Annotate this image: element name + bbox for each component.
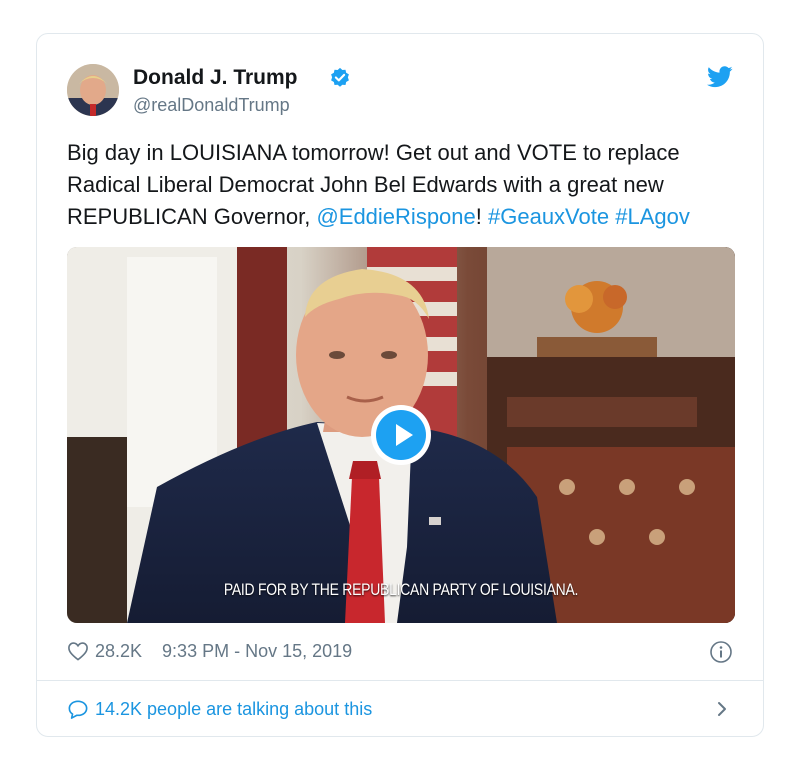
avatar[interactable]	[67, 64, 119, 116]
speech-bubble-icon	[68, 700, 88, 719]
video-caption: PAID FOR BY THE REPUBLICAN PARTY OF LOUI…	[223, 580, 579, 599]
info-icon[interactable]	[709, 640, 733, 664]
tweet-meta: 28.2K 9:33 PM - Nov 15, 2019	[67, 638, 352, 664]
verified-badge-icon	[331, 67, 349, 87]
like-count[interactable]: 28.2K	[95, 641, 142, 662]
author-handle[interactable]: @realDonaldTrump	[133, 95, 290, 116]
twitter-bird-icon[interactable]	[707, 66, 733, 88]
tweet-card: Donald J. Trump @realDonaldTrump Big day…	[36, 33, 764, 737]
video-player[interactable]: PAID FOR BY THE REPUBLICAN PARTY OF LOUI…	[67, 247, 735, 623]
divider	[37, 680, 763, 681]
avatar-image	[67, 64, 119, 116]
conversation-text[interactable]: 14.2K people are talking about this	[95, 699, 372, 720]
heart-icon[interactable]	[67, 641, 89, 661]
hashtag-link-geauxvote[interactable]: #GeauxVote	[488, 204, 609, 229]
hashtag-link-lagov[interactable]: #LAgov	[615, 204, 690, 229]
conversation-link[interactable]: 14.2K people are talking about this	[67, 696, 372, 722]
tweet-text-part2: !	[475, 204, 488, 229]
tweet-text: Big day in LOUISIANA tomorrow! Get out a…	[67, 137, 747, 233]
mention-link[interactable]: @EddieRispone	[316, 204, 475, 229]
chevron-right-icon[interactable]	[715, 700, 729, 718]
author-name[interactable]: Donald J. Trump	[133, 66, 298, 90]
play-icon[interactable]	[371, 405, 431, 465]
tweet-timestamp[interactable]: 9:33 PM - Nov 15, 2019	[162, 641, 352, 662]
